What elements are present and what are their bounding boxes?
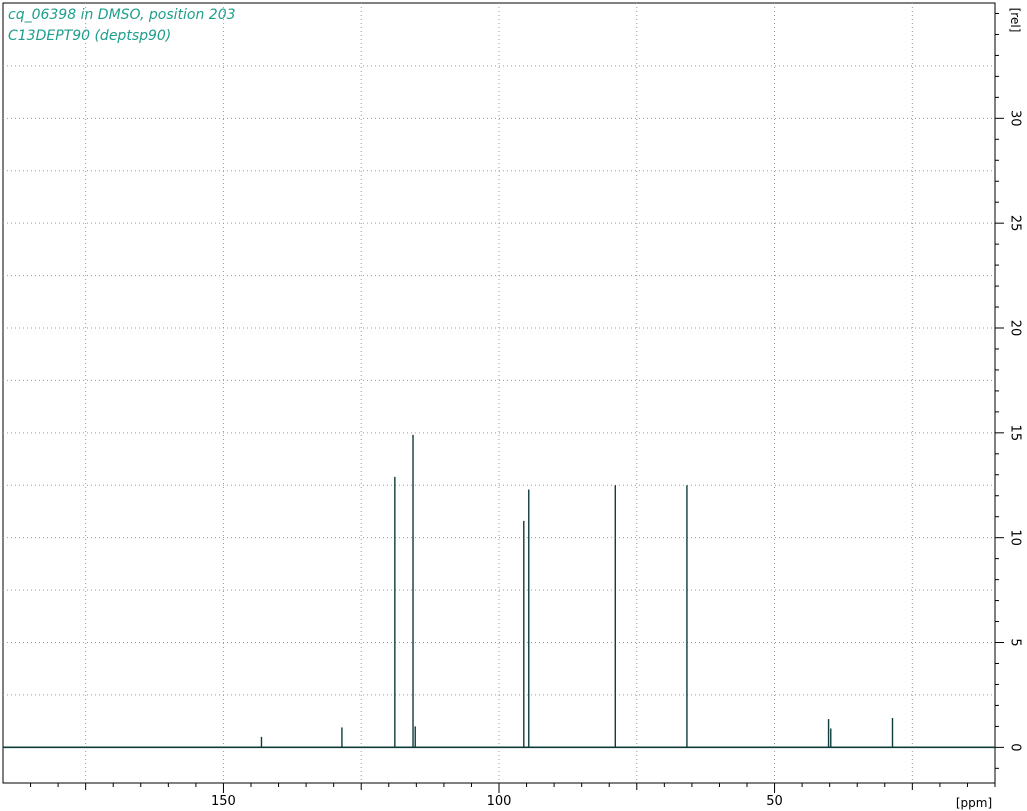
y-axis-label: [rel] xyxy=(1008,8,1022,33)
y-tick-label: 10 xyxy=(1008,529,1023,546)
y-tick-label: 25 xyxy=(1008,215,1023,232)
x-axis-label: [ppm] xyxy=(956,796,992,810)
x-tick-label: 100 xyxy=(487,794,512,809)
nmr-spectrum-chart[interactable]: 150 100 50 [ppm] 0 5 10 15 20 25 30 [rel] xyxy=(0,0,1027,811)
y-tick-label: 30 xyxy=(1008,110,1023,127)
x-tick-label: 150 xyxy=(211,794,236,809)
y-tick-label: 15 xyxy=(1008,425,1023,442)
y-tick-label: 20 xyxy=(1008,320,1023,337)
y-tick-label: 5 xyxy=(1008,638,1023,646)
y-tick-label: 0 xyxy=(1008,743,1023,751)
x-tick-label: 50 xyxy=(766,794,783,809)
